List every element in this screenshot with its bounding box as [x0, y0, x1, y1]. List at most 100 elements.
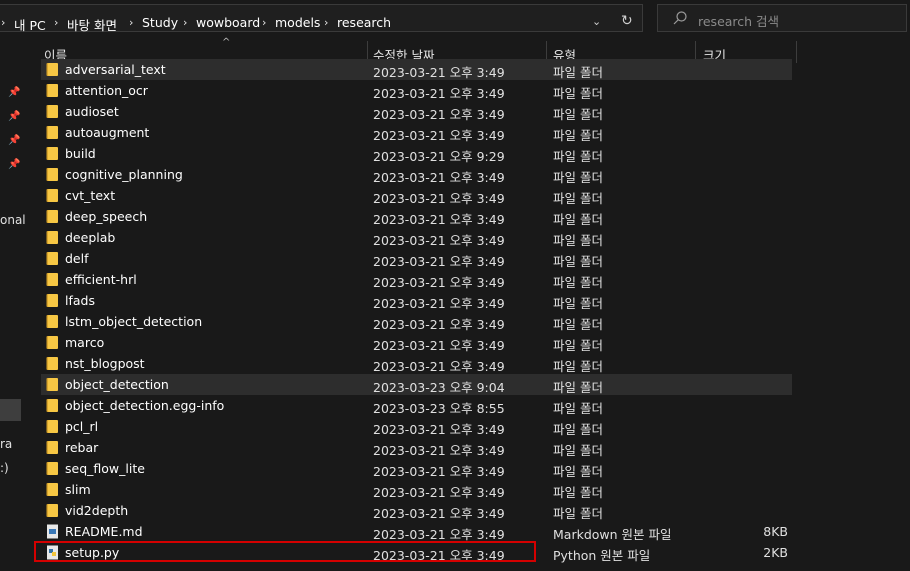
- column-divider[interactable]: [796, 41, 797, 63]
- pin-icon: 📌: [8, 135, 21, 146]
- file-type: 파일 폴더: [553, 107, 603, 122]
- file-row[interactable]: lstm_object_detection 2023-03-21 오후 3:49 파…: [41, 311, 792, 332]
- selection-highlight-box: [34, 541, 536, 562]
- file-row[interactable]: pcl_rl 2023-03-21 오후 3:49 파일 폴더: [41, 416, 792, 437]
- file-name: lstm_object_detection: [65, 314, 203, 329]
- file-row[interactable]: adversarial_text 2023-03-21 오후 3:49 파일 폴더: [41, 59, 792, 80]
- file-date-modified: 2023-03-21 오후 3:49: [373, 443, 505, 458]
- file-type: 파일 폴더: [553, 275, 603, 290]
- file-type: 파일 폴더: [553, 149, 603, 164]
- file-type: 파일 폴더: [553, 212, 603, 227]
- folder-icon: [46, 272, 59, 287]
- file-name: audioset: [65, 104, 119, 119]
- file-date-modified: 2023-03-21 오후 3:49: [373, 254, 505, 269]
- folder-icon: [46, 209, 59, 224]
- address-history-dropdown-icon[interactable]: ⌄: [592, 15, 601, 28]
- pin-icon: 📌: [8, 111, 21, 122]
- chevron-right-icon[interactable]: ›: [183, 16, 187, 29]
- folder-icon: [46, 188, 59, 203]
- file-name: slim: [65, 482, 91, 497]
- file-row[interactable]: README.md 2023-03-21 오후 3:49 Markdown 원본 파…: [41, 521, 792, 542]
- nav-item-partial[interactable]: ra: [0, 437, 12, 451]
- file-row[interactable]: build 2023-03-21 오후 9:29 파일 폴더: [41, 143, 792, 164]
- file-row[interactable]: deeplab 2023-03-21 오후 3:49 파일 폴더: [41, 227, 792, 248]
- file-type: 파일 폴더: [553, 506, 603, 521]
- folder-icon: [46, 167, 59, 182]
- folder-icon: [46, 482, 59, 497]
- file-date-modified: 2023-03-21 오후 3:49: [373, 191, 505, 206]
- file-row[interactable]: attention_ocr 2023-03-21 오후 3:49 파일 폴더: [41, 80, 792, 101]
- file-type: 파일 폴더: [553, 296, 603, 311]
- chevron-right-icon[interactable]: ›: [1, 16, 5, 29]
- file-date-modified: 2023-03-21 오후 3:49: [373, 65, 505, 80]
- file-type: 파일 폴더: [553, 254, 603, 269]
- file-row[interactable]: cognitive_planning 2023-03-21 오후 3:49 파일 폴…: [41, 164, 792, 185]
- file-row[interactable]: delf 2023-03-21 오후 3:49 파일 폴더: [41, 248, 792, 269]
- file-size: 2KB: [763, 545, 788, 560]
- nav-item-partial[interactable]: :): [0, 461, 9, 475]
- file-row[interactable]: deep_speech 2023-03-21 오후 3:49 파일 폴더: [41, 206, 792, 227]
- chevron-right-icon[interactable]: ›: [54, 16, 58, 29]
- refresh-icon[interactable]: ↻: [621, 13, 633, 29]
- breadcrumb-models[interactable]: models: [275, 15, 320, 30]
- file-row[interactable]: seq_flow_lite 2023-03-21 오후 3:49 파일 폴더: [41, 458, 792, 479]
- file-type: 파일 폴더: [553, 401, 603, 416]
- file-name: build: [65, 146, 96, 161]
- file-name: nst_blogpost: [65, 356, 145, 371]
- file-row[interactable]: lfads 2023-03-21 오후 3:49 파일 폴더: [41, 290, 792, 311]
- search-box[interactable]: research 검색: [657, 4, 907, 32]
- file-type: 파일 폴더: [553, 380, 603, 395]
- file-row[interactable]: audioset 2023-03-21 오후 3:49 파일 폴더: [41, 101, 792, 122]
- breadcrumb-desktop[interactable]: 바탕 화면: [67, 15, 117, 34]
- file-row[interactable]: slim 2023-03-21 오후 3:49 파일 폴더: [41, 479, 792, 500]
- search-input[interactable]: research 검색: [698, 11, 779, 30]
- file-row[interactable]: object_detection.egg-info 2023-03-23 오후 8…: [41, 395, 792, 416]
- file-date-modified: 2023-03-21 오후 3:49: [373, 485, 505, 500]
- file-date-modified: 2023-03-21 오후 3:49: [373, 212, 505, 227]
- file-row[interactable]: marco 2023-03-21 오후 3:49 파일 폴더: [41, 332, 792, 353]
- breadcrumb-research[interactable]: research: [337, 15, 391, 30]
- file-row[interactable]: rebar 2023-03-21 오후 3:49 파일 폴더: [41, 437, 792, 458]
- chevron-right-icon[interactable]: ›: [324, 16, 328, 29]
- folder-icon: [46, 398, 59, 413]
- breadcrumb-this-pc[interactable]: 내 PC: [14, 15, 46, 34]
- file-name: vid2depth: [65, 503, 129, 518]
- file-row[interactable]: nst_blogpost 2023-03-21 오후 3:49 파일 폴더: [41, 353, 792, 374]
- breadcrumb-wowboard[interactable]: wowboard: [196, 15, 260, 30]
- file-type: 파일 폴더: [553, 359, 603, 374]
- sort-ascending-icon: ^: [222, 37, 231, 48]
- file-row[interactable]: object_detection 2023-03-23 오후 9:04 파일 폴더: [41, 374, 792, 395]
- file-type: 파일 폴더: [553, 464, 603, 479]
- file-type: 파일 폴더: [553, 170, 603, 185]
- folder-icon: [46, 440, 59, 455]
- breadcrumb-study[interactable]: Study: [142, 15, 178, 30]
- file-type: 파일 폴더: [553, 233, 603, 248]
- file-name: attention_ocr: [65, 83, 148, 98]
- file-date-modified: 2023-03-21 오후 3:49: [373, 170, 505, 185]
- file-date-modified: 2023-03-21 오후 3:49: [373, 338, 505, 353]
- file-row[interactable]: autoaugment 2023-03-21 오후 3:49 파일 폴더: [41, 122, 792, 143]
- file-row[interactable]: cvt_text 2023-03-21 오후 3:49 파일 폴더: [41, 185, 792, 206]
- file-name: pcl_rl: [65, 419, 99, 434]
- file-name: object_detection.egg-info: [65, 398, 225, 413]
- navigation-pane: 📌 📌 📌 📌 onal ra :): [0, 37, 26, 571]
- pin-icon: 📌: [8, 87, 21, 98]
- address-bar[interactable]: › 내 PC › 바탕 화면 › Study › wowboard › mode…: [0, 4, 643, 34]
- file-row[interactable]: vid2depth 2023-03-21 오후 3:49 파일 폴더: [41, 500, 792, 521]
- folder-icon: [46, 377, 59, 392]
- markdown-file-icon: [46, 524, 59, 539]
- nav-item-selected[interactable]: [0, 399, 21, 421]
- file-name: cognitive_planning: [65, 167, 183, 182]
- nav-item-partial[interactable]: onal: [0, 213, 26, 227]
- folder-icon: [46, 104, 59, 119]
- file-row[interactable]: efficient-hrl 2023-03-21 오후 3:49 파일 폴더: [41, 269, 792, 290]
- file-name: marco: [65, 335, 105, 350]
- folder-icon: [46, 293, 59, 308]
- file-name: lfads: [65, 293, 95, 308]
- pin-icon: 📌: [8, 159, 21, 170]
- chevron-right-icon[interactable]: ›: [262, 16, 266, 29]
- folder-icon: [46, 335, 59, 350]
- file-name: seq_flow_lite: [65, 461, 145, 476]
- file-date-modified: 2023-03-21 오후 3:49: [373, 86, 505, 101]
- chevron-right-icon[interactable]: ›: [129, 16, 133, 29]
